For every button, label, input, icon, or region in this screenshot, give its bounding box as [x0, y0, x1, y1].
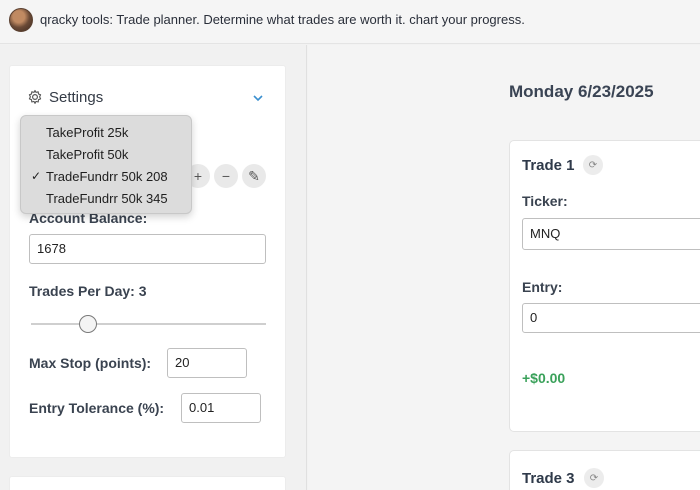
dropdown-option[interactable]: TakeProfit 50k	[46, 147, 128, 162]
pnl-value: +$0.00	[522, 370, 566, 386]
settings-title[interactable]: Settings	[49, 89, 103, 106]
gear-icon	[28, 89, 42, 104]
ticker-label: Ticker:	[522, 193, 568, 209]
refresh-icon[interactable]: ⟳	[583, 155, 603, 175]
dropdown-option[interactable]: TradeFundrr 50k 345	[46, 191, 168, 206]
refresh-icon[interactable]: ⟳	[584, 468, 604, 488]
max-stop-input[interactable]: 20	[167, 348, 247, 378]
slider-thumb[interactable]	[79, 315, 97, 333]
edit-account-button[interactable]: ✎	[242, 164, 266, 188]
max-stop-label: Max Stop (points):	[29, 355, 152, 371]
dropdown-option[interactable]: TakeProfit 25k	[46, 125, 128, 140]
app-title: qracky tools: Trade planner. Determine w…	[40, 12, 525, 27]
entry-tolerance-input[interactable]: 0.01	[181, 393, 261, 423]
remove-account-button[interactable]: −	[214, 164, 238, 188]
avatar[interactable]	[9, 8, 33, 32]
account-balance-input[interactable]: 1678	[29, 234, 266, 264]
trades-per-day-label: Trades Per Day: 3	[29, 283, 147, 299]
checkmark-icon: ✓	[31, 169, 42, 183]
chevron-down-icon[interactable]	[252, 92, 264, 104]
account-dropdown-menu: TakeProfit 25k TakeProfit 50k ✓ TradeFun…	[20, 115, 192, 214]
page-title: Monday 6/23/2025	[509, 82, 654, 101]
ticker-input[interactable]: MNQ	[522, 218, 700, 250]
secondary-panel	[9, 476, 286, 490]
trade-title: Trade 3	[522, 470, 575, 487]
entry-input[interactable]: 0	[522, 303, 700, 333]
dropdown-option-selected[interactable]: TradeFundrr 50k 208	[46, 169, 168, 184]
trades-per-day-slider[interactable]	[31, 323, 266, 325]
entry-label: Entry:	[522, 279, 563, 295]
entry-tolerance-label: Entry Tolerance (%):	[29, 400, 165, 416]
trade-title: Trade 1	[522, 157, 575, 174]
app-header: qracky tools: Trade planner. Determine w…	[0, 0, 700, 44]
